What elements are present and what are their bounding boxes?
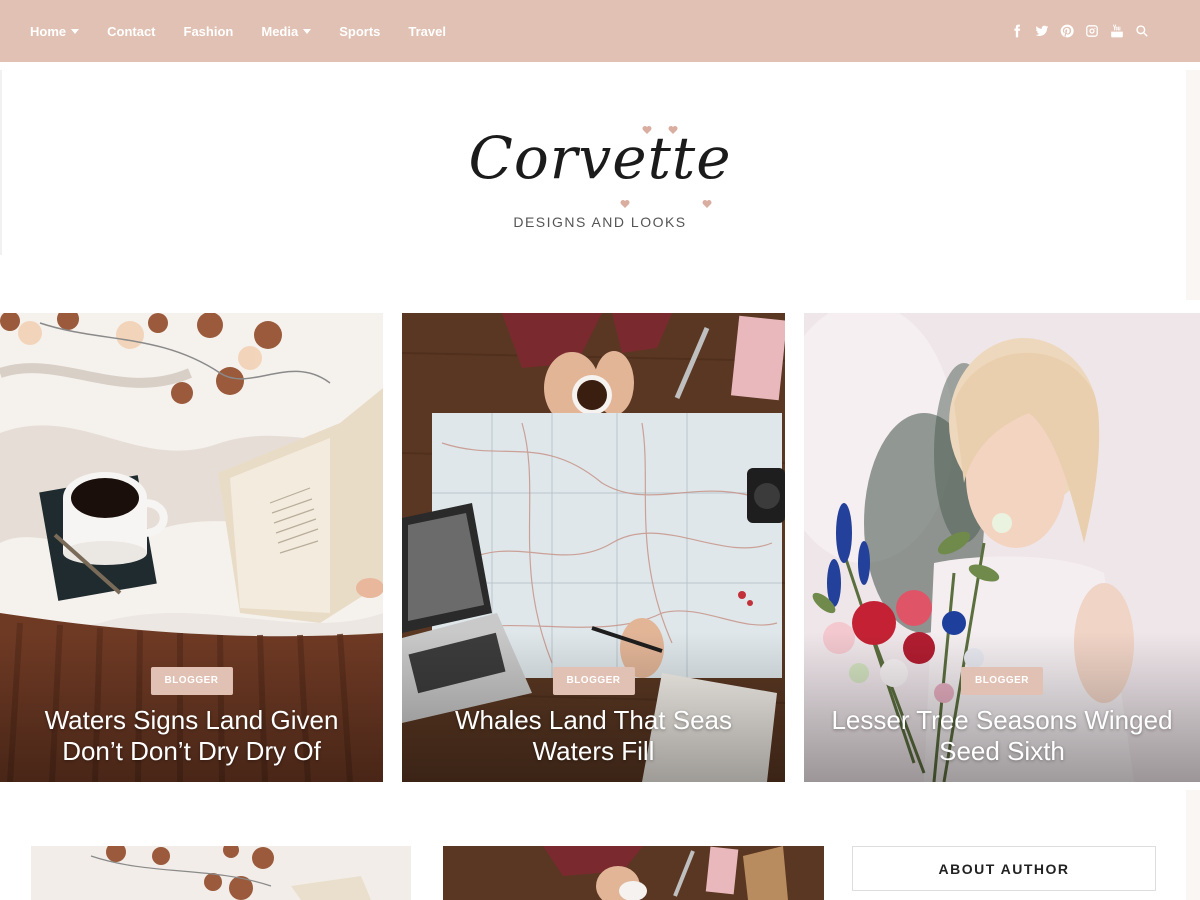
post-thumbnail[interactable]	[31, 846, 411, 900]
post-image	[443, 846, 824, 900]
post-title[interactable]: Waters Signs Land Given Don’t Don’t Dry …	[20, 705, 363, 767]
heart-icon	[620, 196, 630, 208]
nav-item-fashion[interactable]: Fashion	[184, 24, 234, 39]
category-badge[interactable]: BLOGGER	[960, 667, 1044, 695]
nav-item-label: Contact	[107, 23, 156, 39]
heart-icon	[702, 196, 712, 208]
pinterest-icon[interactable]	[1059, 23, 1075, 39]
nav-item-home[interactable]: Home	[30, 23, 80, 39]
about-author-widget-title: ABOUT AUTHOR	[852, 846, 1156, 891]
site-logo[interactable]: Corvette DESIGNS AND LOOKS	[440, 110, 760, 240]
logo-title: Corvette	[468, 124, 732, 192]
search-icon[interactable]	[1134, 23, 1150, 39]
post-thumbnail[interactable]	[443, 846, 824, 900]
facebook-icon[interactable]	[1009, 23, 1025, 39]
main-menu: Home Contact Fashion Media Sports Travel	[30, 0, 474, 62]
post-image	[31, 846, 411, 900]
nav-item-sports[interactable]: Sports	[339, 24, 380, 39]
nav-item-label: Sports	[339, 23, 381, 39]
chevron-down-icon	[71, 28, 80, 34]
page-edge-strip	[1186, 70, 1200, 300]
featured-post-card[interactable]: BLOGGER Lesser Tree Seasons Winged Seed …	[804, 313, 1200, 782]
page-edge-strip	[1186, 790, 1200, 900]
featured-post-card[interactable]: BLOGGER Whales Land That Seas Waters Fil…	[402, 313, 785, 782]
nav-item-label: Media	[261, 23, 299, 39]
featured-post-card[interactable]: BLOGGER Waters Signs Land Given Don’t Do…	[0, 313, 383, 782]
social-links	[1000, 0, 1150, 62]
youtube-icon[interactable]	[1109, 23, 1125, 39]
nav-item-travel[interactable]: Travel	[408, 24, 446, 39]
nav-item-media[interactable]: Media	[261, 23, 312, 39]
chevron-down-icon	[303, 28, 312, 34]
post-title[interactable]: Whales Land That Seas Waters Fill	[422, 705, 765, 767]
top-navigation-bar: Home Contact Fashion Media Sports Travel	[0, 0, 1200, 62]
twitter-icon[interactable]	[1034, 23, 1050, 39]
page-edge-line	[0, 70, 2, 255]
nav-item-label: Travel	[408, 23, 446, 39]
category-badge[interactable]: BLOGGER	[552, 667, 635, 695]
nav-item-label: Home	[30, 23, 67, 39]
nav-item-label: Fashion	[183, 23, 234, 39]
logo-tagline: DESIGNS AND LOOKS	[513, 214, 687, 230]
post-title[interactable]: Lesser Tree Seasons Winged Seed Sixth	[824, 705, 1180, 767]
category-badge[interactable]: BLOGGER	[150, 667, 233, 695]
nav-item-contact[interactable]: Contact	[107, 24, 155, 39]
instagram-icon[interactable]	[1084, 23, 1100, 39]
